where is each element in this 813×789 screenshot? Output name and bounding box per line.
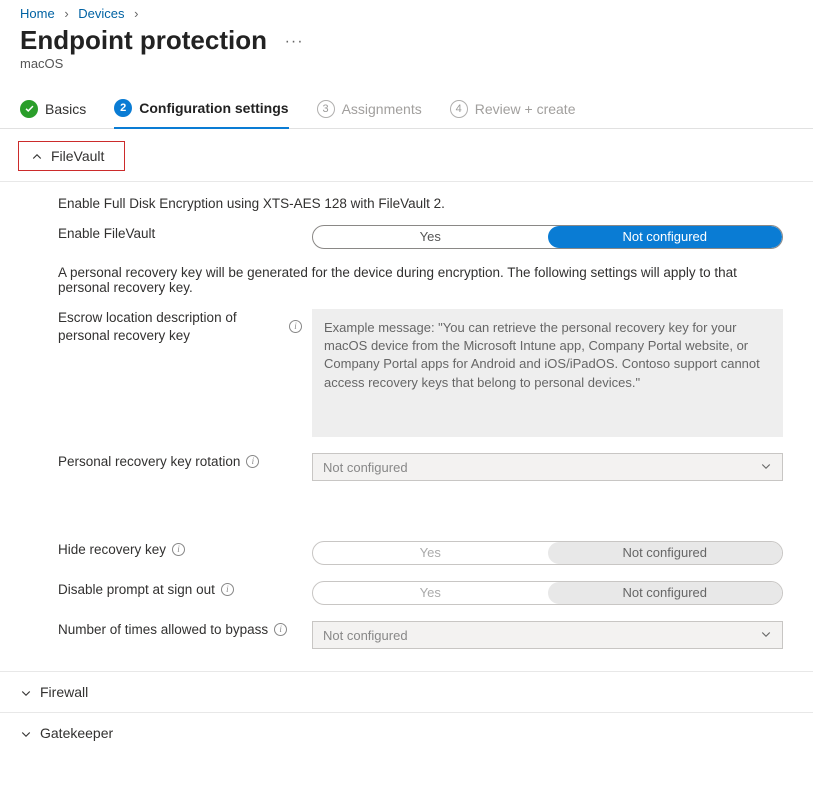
filevault-intro: Enable Full Disk Encryption using XTS-AE…	[58, 196, 783, 211]
chevron-right-icon: ›	[58, 6, 74, 21]
page-header: Endpoint protection ··· macOS	[0, 23, 813, 81]
step-assignments[interactable]: 3 Assignments	[317, 100, 422, 128]
step-review-create[interactable]: 4 Review + create	[450, 100, 576, 128]
rotation-select-value: Not configured	[323, 460, 408, 475]
chevron-down-icon	[20, 727, 32, 739]
step-number-icon: 3	[317, 100, 335, 118]
section-gatekeeper-toggle[interactable]: Gatekeeper	[0, 712, 813, 753]
step-configuration-settings[interactable]: 2 Configuration settings	[114, 99, 288, 129]
enable-filevault-label: Enable FileVault	[58, 225, 312, 243]
recovery-key-note: A personal recovery key will be generate…	[58, 265, 783, 295]
bypass-count-label: Number of times allowed to bypass i	[58, 621, 312, 639]
check-icon	[20, 100, 38, 118]
toggle-yes-option[interactable]: Yes	[313, 542, 548, 564]
step-label: Basics	[45, 101, 86, 117]
escrow-location-label: Escrow location description of personal …	[58, 309, 312, 344]
filevault-content: Enable Full Disk Encryption using XTS-AE…	[0, 182, 813, 671]
bypass-select-value: Not configured	[323, 628, 408, 643]
breadcrumb: Home › Devices ›	[0, 0, 813, 23]
info-icon[interactable]: i	[172, 543, 185, 556]
breadcrumb-home[interactable]: Home	[20, 6, 55, 21]
more-actions-button[interactable]: ···	[271, 33, 304, 50]
toggle-yes-option[interactable]: Yes	[313, 582, 548, 604]
toggle-yes-option[interactable]: Yes	[313, 226, 548, 248]
chevron-right-icon: ›	[128, 6, 144, 21]
section-title: FileVault	[51, 148, 104, 164]
info-icon[interactable]: i	[221, 583, 234, 596]
info-icon[interactable]: i	[246, 455, 259, 468]
step-number-icon: 2	[114, 99, 132, 117]
toggle-notconfigured-option[interactable]: Not configured	[548, 226, 783, 248]
rotation-select[interactable]: Not configured	[312, 453, 783, 481]
chevron-down-icon	[760, 460, 772, 475]
rotation-label: Personal recovery key rotation i	[58, 453, 312, 471]
chevron-up-icon	[31, 150, 43, 162]
disable-prompt-toggle[interactable]: Yes Not configured	[312, 581, 783, 605]
hide-recovery-key-label: Hide recovery key i	[58, 541, 312, 559]
section-filevault-toggle[interactable]: FileVault	[18, 141, 125, 171]
page-title: Endpoint protection	[20, 25, 267, 56]
info-icon[interactable]: i	[289, 320, 302, 333]
disable-prompt-label: Disable prompt at sign out i	[58, 581, 312, 599]
page-subtitle: macOS	[20, 56, 793, 71]
step-label: Review + create	[475, 101, 576, 117]
step-label: Assignments	[342, 101, 422, 117]
enable-filevault-toggle[interactable]: Yes Not configured	[312, 225, 783, 249]
chevron-down-icon	[760, 628, 772, 643]
section-title: Firewall	[40, 684, 88, 700]
section-firewall-toggle[interactable]: Firewall	[0, 671, 813, 712]
chevron-down-icon	[20, 686, 32, 698]
breadcrumb-devices[interactable]: Devices	[78, 6, 124, 21]
info-icon[interactable]: i	[274, 623, 287, 636]
step-label: Configuration settings	[139, 100, 288, 116]
hide-recovery-key-toggle[interactable]: Yes Not configured	[312, 541, 783, 565]
section-title: Gatekeeper	[40, 725, 113, 741]
toggle-notconfigured-option[interactable]: Not configured	[548, 542, 783, 564]
toggle-notconfigured-option[interactable]: Not configured	[548, 582, 783, 604]
escrow-location-textarea[interactable]: Example message: "You can retrieve the p…	[312, 309, 783, 437]
wizard-steps: Basics 2 Configuration settings 3 Assign…	[0, 81, 813, 129]
step-number-icon: 4	[450, 100, 468, 118]
step-basics[interactable]: Basics	[20, 100, 86, 128]
bypass-count-select[interactable]: Not configured	[312, 621, 783, 649]
